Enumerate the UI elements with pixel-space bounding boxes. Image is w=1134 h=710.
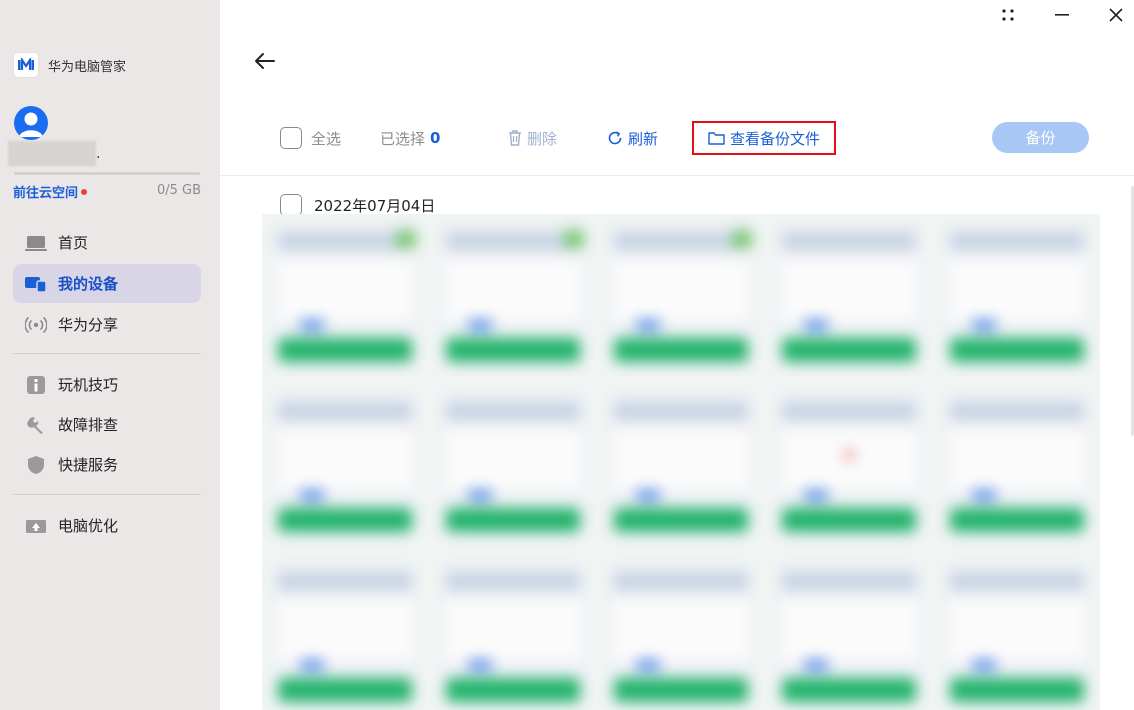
backup-thumbnail[interactable] [942, 560, 1092, 710]
backup-thumbnail[interactable] [606, 390, 756, 540]
sidebar-item-label: 首页 [58, 234, 89, 252]
select-all-control[interactable]: 全选 [280, 126, 341, 150]
sidebar-item-troubleshoot[interactable]: 故障排查 [13, 405, 201, 444]
backup-button[interactable]: 备份 [992, 122, 1089, 153]
backup-thumbnail[interactable] [438, 390, 588, 540]
backup-thumbnail[interactable] [606, 560, 756, 710]
sidebar-item-pc-optimize[interactable]: 电脑优化 [13, 506, 201, 545]
backup-thumbnail[interactable] [774, 390, 924, 540]
delete-button[interactable]: 删除 [508, 126, 557, 150]
backup-thumbnail[interactable] [774, 560, 924, 710]
app-logo-icon [14, 53, 38, 77]
folder-icon [708, 131, 725, 145]
username-suffix: . [96, 146, 101, 162]
sidebar-item-label: 快捷服务 [58, 456, 119, 474]
sidebar-item-my-devices[interactable]: 我的设备 [13, 264, 201, 303]
thumbnail-grid [262, 214, 1100, 710]
selected-label: 已选择 [380, 129, 426, 148]
back-arrow-icon[interactable] [252, 48, 278, 74]
sidebar-item-label: 玩机技巧 [58, 376, 119, 394]
date-group-label: 2022年07月04日 [314, 196, 436, 215]
sidebar-item-huawei-share[interactable]: 华为分享 [13, 305, 201, 344]
wrench-icon [25, 414, 47, 436]
view-backup-files-button[interactable]: 查看备份文件 [692, 121, 836, 155]
sidebar-item-label: 华为分享 [58, 316, 119, 334]
minimize-icon[interactable] [1052, 5, 1072, 25]
backup-thumbnail[interactable] [270, 560, 420, 710]
refresh-label: 刷新 [628, 129, 659, 148]
shield-icon [25, 454, 47, 476]
delete-label: 删除 [527, 129, 558, 148]
backup-thumbnail[interactable] [270, 390, 420, 540]
laptop-icon [25, 232, 47, 254]
backup-thumbnail[interactable] [606, 220, 756, 370]
sidebar-item-label: 故障排查 [58, 416, 119, 434]
backup-thumbnail[interactable] [270, 220, 420, 370]
cloud-space-label: 前往云空间 [13, 186, 79, 201]
refresh-icon [607, 130, 623, 146]
refresh-button[interactable]: 刷新 [607, 126, 658, 150]
sidebar: 华为电脑管家 . 前往云空间 0/5 GB 首页 我的设备 华为分享 玩机技巧 … [0, 0, 220, 710]
backup-thumbnail[interactable] [438, 220, 588, 370]
optimize-icon [25, 515, 47, 537]
selected-count-display: 已选择 0 [380, 126, 440, 150]
select-all-checkbox[interactable] [280, 127, 302, 149]
sidebar-item-label: 我的设备 [58, 275, 119, 293]
backup-thumbnail[interactable] [942, 390, 1092, 540]
backup-label: 备份 [1025, 129, 1056, 147]
selected-count: 0 [430, 129, 441, 147]
view-backup-files-label: 查看备份文件 [729, 129, 820, 148]
sidebar-item-quick-services[interactable]: 快捷服务 [13, 445, 201, 484]
backup-thumbnail[interactable] [438, 560, 588, 710]
username-redacted [8, 141, 96, 166]
sidebar-item-tips[interactable]: 玩机技巧 [13, 365, 201, 404]
app-title: 华为电脑管家 [48, 59, 127, 75]
select-all-label: 全选 [311, 129, 342, 148]
app-brand: 华为电脑管家 [14, 53, 126, 77]
sidebar-divider [13, 494, 201, 495]
backup-thumbnail[interactable] [942, 220, 1092, 370]
tips-icon [25, 374, 47, 396]
close-icon[interactable] [1106, 5, 1126, 25]
cloud-space-link[interactable]: 前往云空间 [13, 182, 88, 201]
avatar[interactable] [14, 106, 48, 140]
storage-progress-bar [14, 172, 200, 175]
sidebar-item-home[interactable]: 首页 [13, 223, 201, 262]
devices-icon [25, 273, 47, 295]
backup-thumbnail[interactable] [774, 220, 924, 370]
date-group-checkbox[interactable] [280, 194, 302, 216]
grid-icon[interactable] [998, 5, 1018, 25]
date-group-header: 2022年07月04日 [280, 194, 435, 216]
storage-usage-text: 0/5 GB [156, 183, 201, 198]
share-signal-icon [25, 314, 47, 336]
sidebar-divider [13, 353, 201, 354]
toolbar-divider [220, 175, 1134, 176]
trash-icon [508, 130, 522, 146]
notification-dot [81, 188, 88, 195]
sidebar-item-label: 电脑优化 [58, 517, 119, 535]
